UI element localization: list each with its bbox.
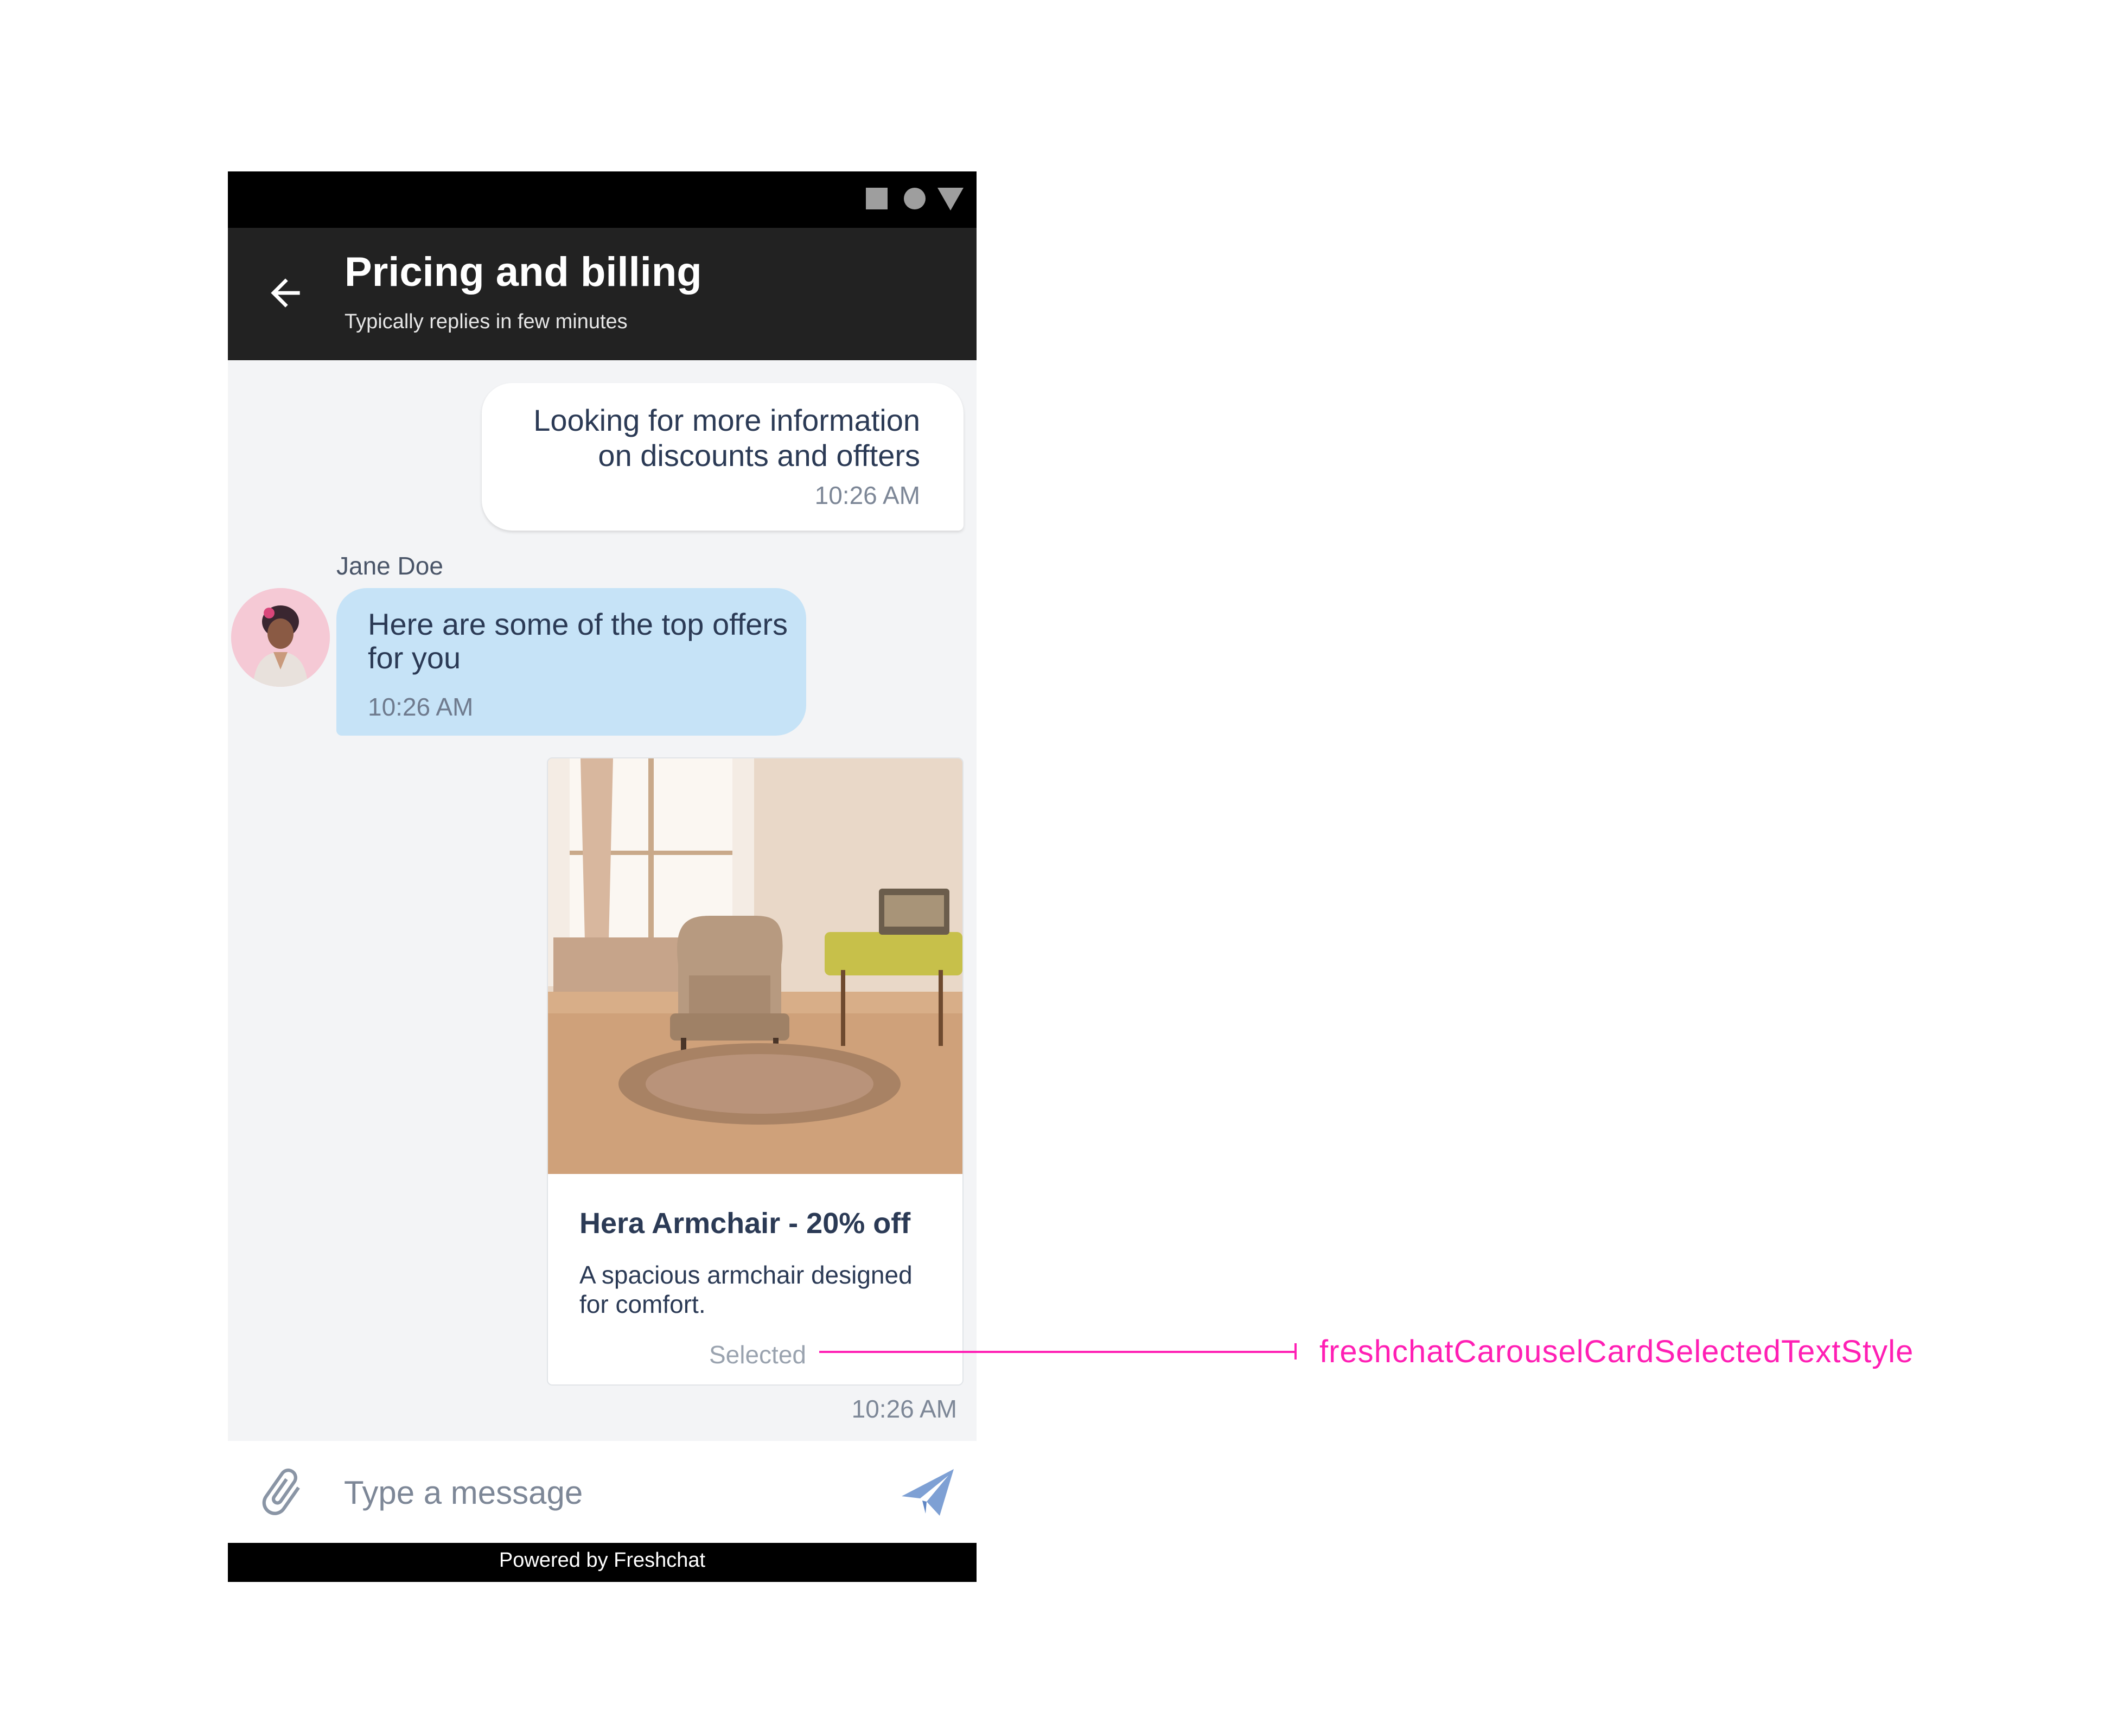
carousel-card[interactable]: Hera Armchair - 20% off A spacious armch…	[547, 757, 964, 1386]
user-message-text: Looking for more information on discount…	[533, 403, 920, 473]
message-input[interactable]	[343, 1465, 822, 1520]
agent-message-time: 10:26 AM	[368, 693, 474, 721]
send-icon[interactable]	[901, 1468, 955, 1518]
status-bar	[228, 171, 977, 228]
message-composer	[228, 1441, 977, 1543]
card-title: Hera Armchair - 20% off	[579, 1207, 911, 1240]
annotation-line	[819, 1351, 1297, 1353]
annotation-line-cap	[1294, 1343, 1297, 1360]
card-description: A spacious armchair designed for comfort…	[579, 1261, 913, 1318]
app-bar: Pricing and billing Typically replies in…	[228, 228, 977, 360]
card-selected-label: Selected	[709, 1341, 806, 1369]
page-subtitle: Typically replies in few minutes	[345, 310, 628, 333]
user-message-time: 10:26 AM	[814, 481, 920, 509]
page-title: Pricing and billing	[345, 249, 702, 295]
agent-message-bubble: Here are some of the top offers for you …	[336, 588, 806, 736]
phone-screen: Pricing and billing Typically replies in…	[228, 171, 977, 1582]
agent-name: Jane Doe	[336, 552, 443, 580]
avatar	[231, 588, 330, 687]
arrow-left-icon[interactable]	[264, 271, 307, 315]
agent-message-text: Here are some of the top offers for you	[368, 607, 788, 675]
card-time: 10:26 AM	[851, 1395, 957, 1423]
powered-by-footer: Powered by Freshchat	[228, 1543, 977, 1582]
armchair-image	[548, 758, 962, 1174]
agent-avatar-image	[231, 588, 330, 687]
square-icon	[866, 188, 888, 209]
paperclip-icon[interactable]	[254, 1465, 308, 1519]
annotation-label: freshchatCarouselCardSelectedTextStyle	[1319, 1334, 1914, 1369]
triangle-icon	[937, 188, 964, 210]
circle-icon	[904, 188, 926, 209]
user-message-bubble: Looking for more information on discount…	[482, 383, 964, 531]
